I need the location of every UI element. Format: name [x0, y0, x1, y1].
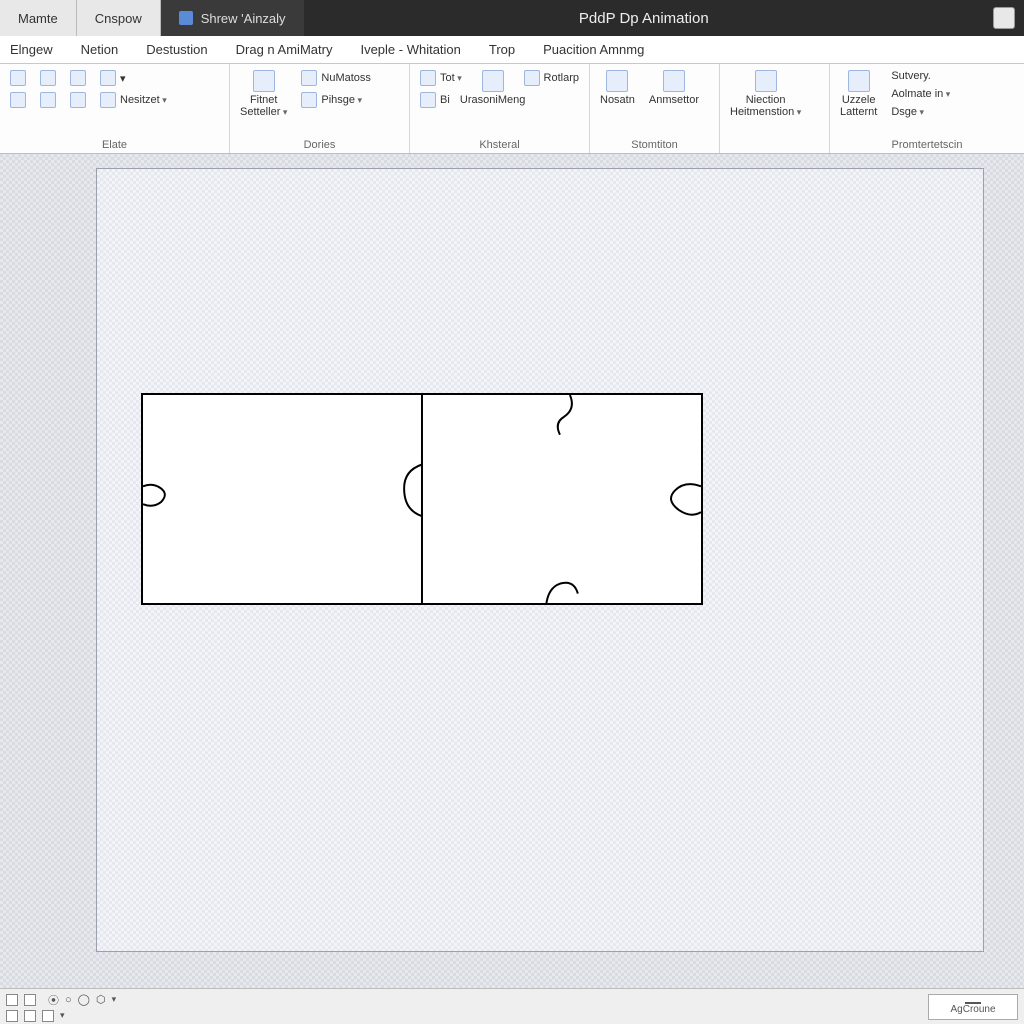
gallery-3[interactable] [66, 68, 90, 88]
wave-icon [663, 70, 685, 92]
page-icon [70, 70, 86, 86]
page-canvas[interactable] [96, 168, 984, 952]
bi-btn[interactable]: Bi [416, 90, 466, 110]
status-icon-4[interactable] [24, 1010, 36, 1022]
resize-icon [100, 92, 116, 108]
resize-menu[interactable]: Nesitzet [96, 90, 171, 110]
layout-icon [40, 92, 56, 108]
app-icon [179, 11, 193, 25]
tot-menu[interactable]: Tot [416, 68, 466, 88]
group-label-khsteral: Khsteral [416, 137, 583, 151]
puzzle-outline-icon [143, 395, 701, 605]
group-label-dories: Dories [236, 137, 403, 151]
uzzele-btn[interactable]: Uzzele Latternt [836, 68, 881, 120]
ribbon-tab-0[interactable]: Elngew [10, 42, 53, 57]
numatos-btn[interactable]: NuMatoss [297, 68, 375, 88]
puzzle-shape[interactable] [141, 393, 703, 605]
status-icon-5[interactable] [42, 1010, 54, 1022]
gallery-4[interactable]: ▾ [96, 68, 171, 88]
list-icon [100, 70, 116, 86]
gallery-2b[interactable] [36, 90, 60, 110]
puzzle-icon [848, 70, 870, 92]
layout-icon [10, 92, 26, 108]
status-icon-1[interactable] [6, 994, 18, 1006]
layout-icon [10, 70, 26, 86]
anmsettor-btn[interactable]: Anmsettor [645, 68, 703, 108]
motion-icon [606, 70, 628, 92]
title-tab-secondary[interactable]: Shrew 'Ainzaly [161, 0, 304, 36]
gallery-1b[interactable] [6, 90, 30, 110]
status-icon-2[interactable] [24, 994, 36, 1006]
ribbon: ▾ Nesitzet Elate Fitnet Setteller NuMato… [0, 64, 1024, 154]
ribbon-tab-5[interactable]: Trop [489, 42, 515, 57]
table-icon [482, 70, 504, 92]
satvery-btn[interactable]: Sutvery. [887, 68, 954, 84]
ribbon-tab-2[interactable]: Destustion [146, 42, 207, 57]
status-icon-3[interactable] [6, 1010, 18, 1022]
dsge-menu[interactable]: Dsge [887, 104, 954, 120]
ribbon-tab-3[interactable]: Drag n AmiMatry [236, 42, 333, 57]
layout-icon [40, 70, 56, 86]
ribbon-tab-4[interactable]: Iveple - Whitation [360, 42, 460, 57]
titlebar: Mamte Cnspow Shrew 'Ainzaly PddP Dp Anim… [0, 0, 1024, 36]
niection-btn[interactable]: Niection Heitmenstion [726, 68, 805, 120]
aolmate-menu[interactable]: Aolmate in [887, 86, 954, 102]
group-label-prom: Promtertetscin [836, 137, 1018, 151]
nosatn-btn[interactable]: Nosatn [596, 68, 639, 108]
ribbon-tab-6[interactable]: Puacition Amnmg [543, 42, 644, 57]
number-icon [301, 70, 317, 86]
page-icon [301, 92, 317, 108]
title-tab-1[interactable]: Mamte [0, 0, 77, 36]
page-icon [70, 92, 86, 108]
rotlarp-btn[interactable]: Rotlarp [520, 68, 583, 88]
urason-btn[interactable]: UrasoniMeng [472, 68, 514, 108]
gallery-2[interactable] [36, 68, 60, 88]
ribbon-tabs: Elngew Netion Destustion Drag n AmiMatry… [0, 36, 1024, 64]
status-panel[interactable]: AgCroune [928, 994, 1018, 1020]
title-tab-2[interactable]: Cnspow [77, 0, 161, 36]
fit-btn[interactable]: Fitnet Setteller [236, 68, 291, 120]
statusbar: ⦿ ○ ◯ ⬡ ▾ ▾ AgCroune [0, 988, 1024, 1024]
grid-icon [253, 70, 275, 92]
ribbon-tab-1[interactable]: Netion [81, 42, 119, 57]
text-icon [420, 70, 436, 86]
pihsge-menu[interactable]: Pihsge [297, 90, 375, 110]
inject-icon [755, 70, 777, 92]
workspace[interactable] [0, 154, 1024, 988]
rotate-icon [524, 70, 540, 86]
gallery-3b[interactable] [66, 90, 90, 110]
bold-icon [420, 92, 436, 108]
group-label-empty [726, 149, 823, 151]
settings-icon[interactable] [993, 7, 1015, 29]
group-label-elate: Elate [6, 137, 223, 151]
window-title: PddP Dp Animation [304, 10, 984, 27]
gallery-1[interactable] [6, 68, 30, 88]
group-label-stomtiton: Stomtiton [596, 137, 713, 151]
